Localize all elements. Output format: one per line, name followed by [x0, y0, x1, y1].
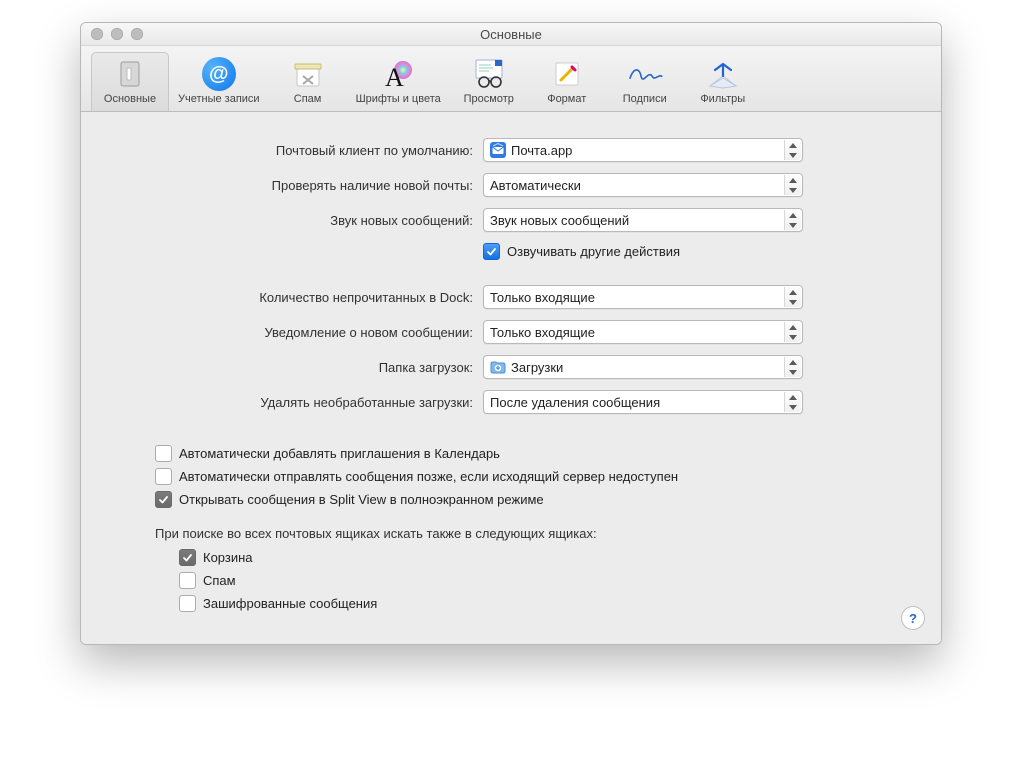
- label-dock-count: Количество непрочитанных в Dock:: [103, 290, 483, 305]
- downloads-folder-icon: [490, 359, 506, 375]
- general-icon: [111, 57, 149, 91]
- select-value: Только входящие: [490, 325, 595, 340]
- checkbox-encrypted[interactable]: [179, 595, 196, 612]
- tab-label: Спам: [294, 93, 322, 105]
- select-new-notify[interactable]: Только входящие: [483, 320, 803, 344]
- tab-general[interactable]: Основные: [91, 52, 169, 111]
- viewing-icon: [470, 57, 508, 91]
- label-encrypted: Зашифрованные сообщения: [203, 596, 377, 611]
- label-split-view: Открывать сообщения в Split View в полно…: [179, 492, 544, 507]
- select-stepper[interactable]: [784, 175, 801, 195]
- window-controls: [91, 28, 143, 40]
- tab-label: Формат: [547, 93, 586, 105]
- tab-label: Фильтры: [700, 93, 745, 105]
- tab-label: Основные: [104, 93, 156, 105]
- accounts-icon: @: [200, 57, 238, 91]
- help-button[interactable]: ?: [901, 606, 925, 630]
- select-stepper[interactable]: [784, 392, 801, 412]
- junk-icon: [289, 57, 327, 91]
- tab-label: Подписи: [623, 93, 667, 105]
- select-default-client[interactable]: Почта.app: [483, 138, 803, 162]
- label-spam: Спам: [203, 573, 236, 588]
- checkbox-auto-invite[interactable]: [155, 445, 172, 462]
- fonts-icon: A: [379, 57, 417, 91]
- tab-label: Шрифты и цвета: [356, 93, 441, 105]
- tab-fonts[interactable]: A Шрифты и цвета: [347, 52, 450, 111]
- close-button[interactable]: [91, 28, 103, 40]
- checkbox-play-other[interactable]: [483, 243, 500, 260]
- tab-label: Учетные записи: [178, 93, 260, 105]
- zoom-button[interactable]: [131, 28, 143, 40]
- select-value: Почта.app: [511, 143, 572, 158]
- select-stepper[interactable]: [784, 140, 801, 160]
- select-value: Звук новых сообщений: [490, 213, 629, 228]
- toolbar: Основные @ Учетные записи Спам A Шрифты …: [81, 46, 941, 112]
- content-pane: Почтовый клиент по умолчанию: Почта.app …: [81, 112, 941, 644]
- label-downloads: Папка загрузок:: [103, 360, 483, 375]
- tab-viewing[interactable]: Просмотр: [450, 52, 528, 111]
- label-trash: Корзина: [203, 550, 253, 565]
- select-value: После удаления сообщения: [490, 395, 660, 410]
- select-stepper[interactable]: [784, 322, 801, 342]
- label-auto-later: Автоматически отправлять сообщения позже…: [179, 469, 678, 484]
- checkbox-auto-later[interactable]: [155, 468, 172, 485]
- label-new-notify: Уведомление о новом сообщении:: [103, 325, 483, 340]
- signatures-icon: [626, 57, 664, 91]
- select-remove-dl[interactable]: После удаления сообщения: [483, 390, 803, 414]
- label-new-sound: Звук новых сообщений:: [103, 213, 483, 228]
- label-default-client: Почтовый клиент по умолчанию:: [103, 143, 483, 158]
- select-stepper[interactable]: [784, 357, 801, 377]
- select-value: Только входящие: [490, 290, 595, 305]
- tab-junk[interactable]: Спам: [269, 52, 347, 111]
- label-play-other: Озвучивать другие действия: [507, 244, 680, 259]
- composing-icon: [548, 57, 586, 91]
- select-value: Загрузки: [511, 360, 563, 375]
- mail-app-icon: [490, 142, 506, 158]
- label-search-header: При поиске во всех почтовых ящиках искат…: [155, 526, 919, 541]
- checkbox-spam[interactable]: [179, 572, 196, 589]
- minimize-button[interactable]: [111, 28, 123, 40]
- label-check-mail: Проверять наличие новой почты:: [103, 178, 483, 193]
- label-remove-dl: Удалять необработанные загрузки:: [103, 395, 483, 410]
- svg-text:A: A: [385, 63, 404, 90]
- tab-signatures[interactable]: Подписи: [606, 52, 684, 111]
- titlebar: Основные: [81, 23, 941, 46]
- checkbox-split-view[interactable]: [155, 491, 172, 508]
- select-stepper[interactable]: [784, 287, 801, 307]
- window-title: Основные: [81, 27, 941, 42]
- tab-rules[interactable]: Фильтры: [684, 52, 762, 111]
- rules-icon: [704, 57, 742, 91]
- tab-label: Просмотр: [464, 93, 514, 105]
- label-auto-invite: Автоматически добавлять приглашения в Ка…: [179, 446, 500, 461]
- tab-composing[interactable]: Формат: [528, 52, 606, 111]
- select-new-sound[interactable]: Звук новых сообщений: [483, 208, 803, 232]
- select-check-mail[interactable]: Автоматически: [483, 173, 803, 197]
- tab-accounts[interactable]: @ Учетные записи: [169, 52, 269, 111]
- select-downloads[interactable]: Загрузки: [483, 355, 803, 379]
- preferences-window: Основные Основные @ Учетные записи Спам …: [80, 22, 942, 645]
- select-value: Автоматически: [490, 178, 581, 193]
- select-dock-count[interactable]: Только входящие: [483, 285, 803, 309]
- checkbox-trash[interactable]: [179, 549, 196, 566]
- select-stepper[interactable]: [784, 210, 801, 230]
